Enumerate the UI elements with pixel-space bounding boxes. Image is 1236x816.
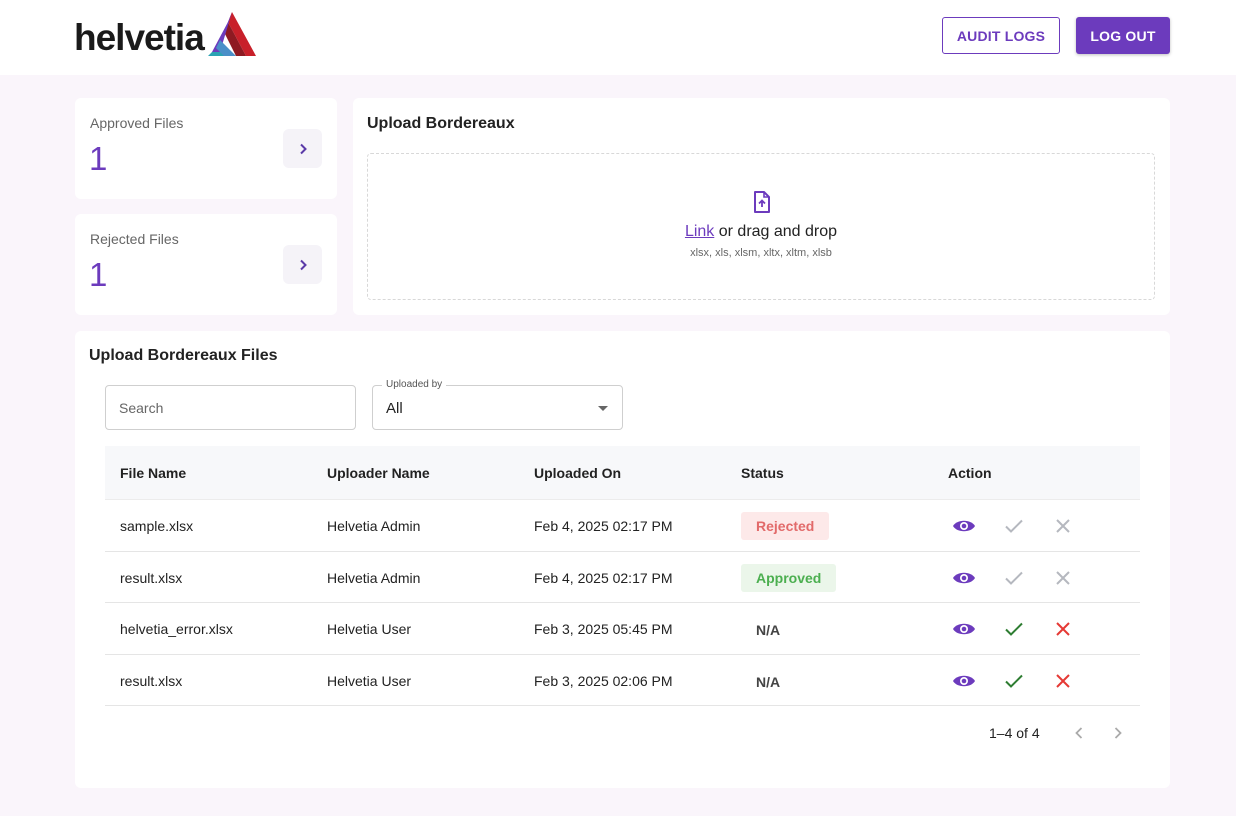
search-input[interactable]	[105, 385, 356, 430]
col-action: Action	[948, 465, 992, 481]
chevron-right-icon	[299, 143, 307, 154]
upload-link[interactable]: Link	[685, 223, 714, 240]
files-title: Upload Bordereaux Files	[89, 347, 278, 364]
approved-files-label: Approved Files	[90, 115, 184, 131]
approve-icon	[1002, 514, 1026, 538]
uploaded-by-select[interactable]: Uploaded by All	[372, 379, 623, 430]
rejected-files-open-button[interactable]	[283, 245, 322, 284]
drag-drop-text: or drag and drop	[714, 223, 838, 240]
helvetia-logo[interactable]: helvetia	[74, 10, 256, 58]
accepted-formats: xlsx, xls, xlsm, xltx, xltm, xlsb	[690, 247, 832, 259]
files-table: File Name Uploader Name Uploaded On Stat…	[105, 446, 1140, 706]
uploader-cell: Helvetia Admin	[327, 569, 421, 586]
view-icon[interactable]	[952, 514, 976, 538]
chevron-left-icon[interactable]	[1069, 723, 1089, 743]
dropzone-instruction: Link or drag and drop	[368, 223, 1154, 241]
upload-title: Upload Bordereaux	[367, 115, 515, 132]
approve-icon[interactable]	[1002, 617, 1026, 641]
approved-files-count: 1	[89, 140, 108, 177]
uploader-cell: Helvetia Admin	[327, 518, 421, 534]
rejected-files-label: Rejected Files	[90, 231, 179, 247]
approved-files-card: Approved Files 1	[75, 98, 337, 199]
col-status[interactable]: Status	[741, 465, 784, 481]
view-icon[interactable]	[952, 617, 976, 641]
table-header: File Name Uploader Name Uploaded On Stat…	[105, 446, 1140, 500]
uploaded-on-cell: Feb 3, 2025 02:06 PM	[534, 672, 673, 689]
file-name-cell: result.xlsx	[120, 672, 183, 689]
reject-icon	[1051, 566, 1075, 590]
upload-bordereaux-card: Upload Bordereaux Link or drag and drop …	[353, 98, 1170, 315]
table-row: result.xlsx Helvetia Admin Feb 4, 2025 0…	[105, 552, 1140, 603]
approved-files-open-button[interactable]	[283, 129, 322, 168]
file-name-cell: result.xlsx	[120, 569, 183, 586]
status-badge: Approved	[741, 563, 837, 592]
file-name-cell: helvetia_error.xlsx	[120, 621, 233, 637]
uploaded-by-value: All	[386, 400, 403, 417]
logout-button[interactable]: LOG OUT	[1076, 17, 1170, 54]
uploaded-on-cell: Feb 4, 2025 02:17 PM	[534, 569, 673, 586]
app-header: helvetia AUDIT LOGS LOG OUT	[0, 0, 1236, 75]
uploaded-by-legend: Uploaded by	[382, 379, 447, 390]
audit-logs-button[interactable]: AUDIT LOGS	[942, 17, 1060, 54]
file-dropzone[interactable]: Link or drag and drop xlsx, xls, xlsm, x…	[367, 153, 1155, 300]
logo-triangle-icon	[207, 12, 256, 56]
file-name-cell: sample.xlsx	[120, 518, 194, 534]
status-na: N/A	[756, 673, 781, 690]
col-uploader-name[interactable]: Uploader Name	[327, 465, 430, 481]
col-uploaded-on[interactable]: Uploaded On	[534, 465, 621, 481]
approve-icon[interactable]	[1002, 669, 1026, 693]
logo-wordmark: helvetia	[74, 17, 205, 58]
uploaded-on-cell: Feb 4, 2025 02:17 PM	[534, 518, 673, 534]
table-row: helvetia_error.xlsx Helvetia User Feb 3,…	[105, 603, 1140, 655]
caret-down-icon	[598, 406, 608, 411]
uploaded-on-cell: Feb 3, 2025 05:45 PM	[534, 621, 673, 637]
status-na: N/A	[756, 622, 781, 638]
approve-icon	[1002, 566, 1026, 590]
pagination-range: 1–4 of 4	[989, 725, 1040, 741]
rejected-files-card: Rejected Files 1	[75, 214, 337, 315]
reject-icon	[1051, 514, 1075, 538]
col-file-name[interactable]: File Name	[120, 465, 186, 481]
status-badge: Rejected	[741, 512, 830, 540]
view-icon[interactable]	[952, 566, 976, 590]
uploader-cell: Helvetia User	[327, 621, 412, 637]
pagination: 1–4 of 4	[75, 723, 1170, 743]
chevron-right-icon	[299, 259, 307, 270]
table-row: sample.xlsx Helvetia Admin Feb 4, 2025 0…	[105, 500, 1140, 552]
view-icon[interactable]	[952, 669, 976, 693]
rejected-files-count: 1	[89, 256, 108, 293]
file-upload-icon	[754, 191, 770, 213]
reject-icon[interactable]	[1051, 617, 1075, 641]
uploader-cell: Helvetia User	[327, 672, 412, 689]
table-row: result.xlsx Helvetia User Feb 3, 2025 02…	[105, 655, 1140, 706]
chevron-right-icon[interactable]	[1108, 723, 1128, 743]
reject-icon[interactable]	[1051, 669, 1075, 693]
files-table-card: Upload Bordereaux Files Uploaded by All …	[75, 331, 1170, 788]
